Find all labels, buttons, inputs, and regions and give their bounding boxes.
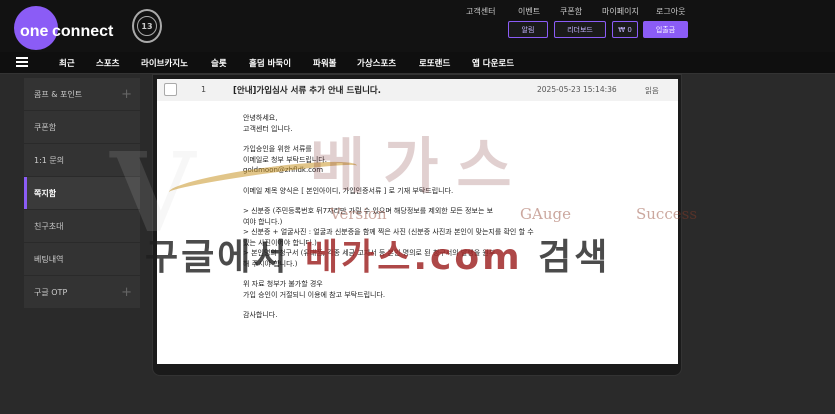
message-body: 안녕하세요, 고객센터 입니다. 가입승인을 위한 서류를 이메일로 청부 부탁… (157, 101, 678, 364)
leaderboard-button[interactable]: 리더보드 (554, 21, 606, 38)
nav-item-recent[interactable]: 최근 (59, 57, 75, 69)
alarm-button[interactable]: 알림 (508, 21, 548, 38)
nav-item-live-casino[interactable]: 라이브카지노 (141, 57, 188, 69)
hamburger-menu-icon[interactable] (16, 57, 28, 67)
nav-item-powerball[interactable]: 파워볼 (313, 57, 336, 69)
nav-item-holdem[interactable]: 홀덤 바둑이 (249, 57, 291, 69)
logo-connect-text: connect (52, 23, 114, 40)
message-title[interactable]: [안내]가입심사 서류 추가 안내 드립니다. (233, 84, 381, 96)
nav-item-lotto-land[interactable]: 로또랜드 (419, 57, 450, 69)
body-closing: 감사합니다. (243, 311, 278, 319)
message-row[interactable]: 1 [안내]가입심사 서류 추가 안내 드립니다. 2025-05-23 15:… (157, 79, 678, 101)
sidebar-item-comp-point[interactable]: 콤프 & 포인트 + (24, 78, 140, 110)
toplink-event[interactable]: 이벤트 (518, 6, 540, 17)
laurel-emblem-icon: 13 (132, 9, 162, 43)
sidebar-item-label: 친구초대 (34, 221, 64, 231)
toplink-customer-center[interactable]: 고객센터 (466, 6, 495, 17)
toplink-coupon[interactable]: 쿠폰함 (560, 6, 582, 17)
sidebar-item-label: 1:1 문의 (34, 155, 65, 165)
message-select-checkbox[interactable] (164, 83, 177, 96)
sidebar-item-label: 콤프 & 포인트 (34, 89, 83, 99)
wallet-balance-button[interactable]: ₩ 0 (612, 21, 638, 38)
message-number: 1 (201, 85, 207, 94)
message-date: 2025-05-23 15:14:36 (537, 85, 617, 94)
nav-item-sports[interactable]: 스포츠 (96, 57, 119, 69)
sidebar-item-inquiry[interactable]: 1:1 문의 (24, 144, 140, 176)
nav-item-app-download[interactable]: 앱 다운로드 (472, 57, 514, 69)
sidebar-item-message-box[interactable]: 쪽지함 (24, 177, 140, 209)
sidebar-item-label: 쿠폰함 (34, 122, 57, 132)
emblem-number: 13 (137, 16, 157, 36)
sidebar-item-bet-history[interactable]: 베팅내역 (24, 243, 140, 275)
mypage-sidebar: 콤프 & 포인트 + 쿠폰함 1:1 문의 쪽지함 친구초대 베팅내역 구글 O… (24, 78, 140, 309)
body-email-request: 가입승인을 위한 서류를 이메일로 청부 부탁드립니다. goldmoon@zh… (243, 145, 327, 174)
site-header: one connect 13 고객센터 이벤트 쿠폰함 마이페이지 로그아웃 알… (0, 0, 835, 52)
sidebar-item-label: 쪽지함 (34, 188, 57, 198)
deposit-withdraw-button[interactable]: 입출금 (643, 21, 688, 38)
main-nav: 최근 스포츠 라이브카지노 슬롯 홀덤 바둑이 파워볼 가상스포츠 로또랜드 앱… (0, 52, 835, 74)
toplink-logout[interactable]: 로그아웃 (656, 6, 685, 17)
sidebar-item-label: 구글 OTP (34, 287, 68, 297)
message-read-status: 읽음 (645, 86, 659, 95)
body-rejection-notice: 위 자료 청부가 불가할 경우 가입 승인이 거절되니 이용에 참고 부탁드립니… (243, 280, 386, 299)
logo-one-text: one (20, 23, 49, 40)
body-subject-format: 이메일 제목 양식은 [ 본인아이디, 가입인증서류 ] 로 기재 부탁드립니다… (243, 186, 454, 195)
sidebar-item-invite-friend[interactable]: 친구초대 (24, 210, 140, 242)
body-greeting: 안녕하세요, 고객센터 입니다. (243, 114, 293, 133)
plus-icon[interactable]: + (121, 285, 132, 300)
site-logo[interactable]: one connect (14, 4, 132, 50)
sidebar-item-google-otp[interactable]: 구글 OTP + (24, 276, 140, 308)
body-document-list: > 신분증 (주민등록번호 뒤7자리만 가릴 수 있으며 해당정보를 제외한 모… (243, 207, 534, 268)
toplink-mypage[interactable]: 마이페이지 (602, 6, 639, 17)
message-panel: 1 [안내]가입심사 서류 추가 안내 드립니다. 2025-05-23 15:… (152, 74, 682, 376)
sidebar-item-coupon[interactable]: 쿠폰함 (24, 111, 140, 143)
sidebar-item-label: 베팅내역 (34, 254, 64, 264)
nav-item-virtual-sports[interactable]: 가상스포츠 (357, 57, 396, 69)
plus-icon[interactable]: + (121, 87, 132, 102)
nav-item-slot[interactable]: 슬롯 (211, 57, 227, 69)
